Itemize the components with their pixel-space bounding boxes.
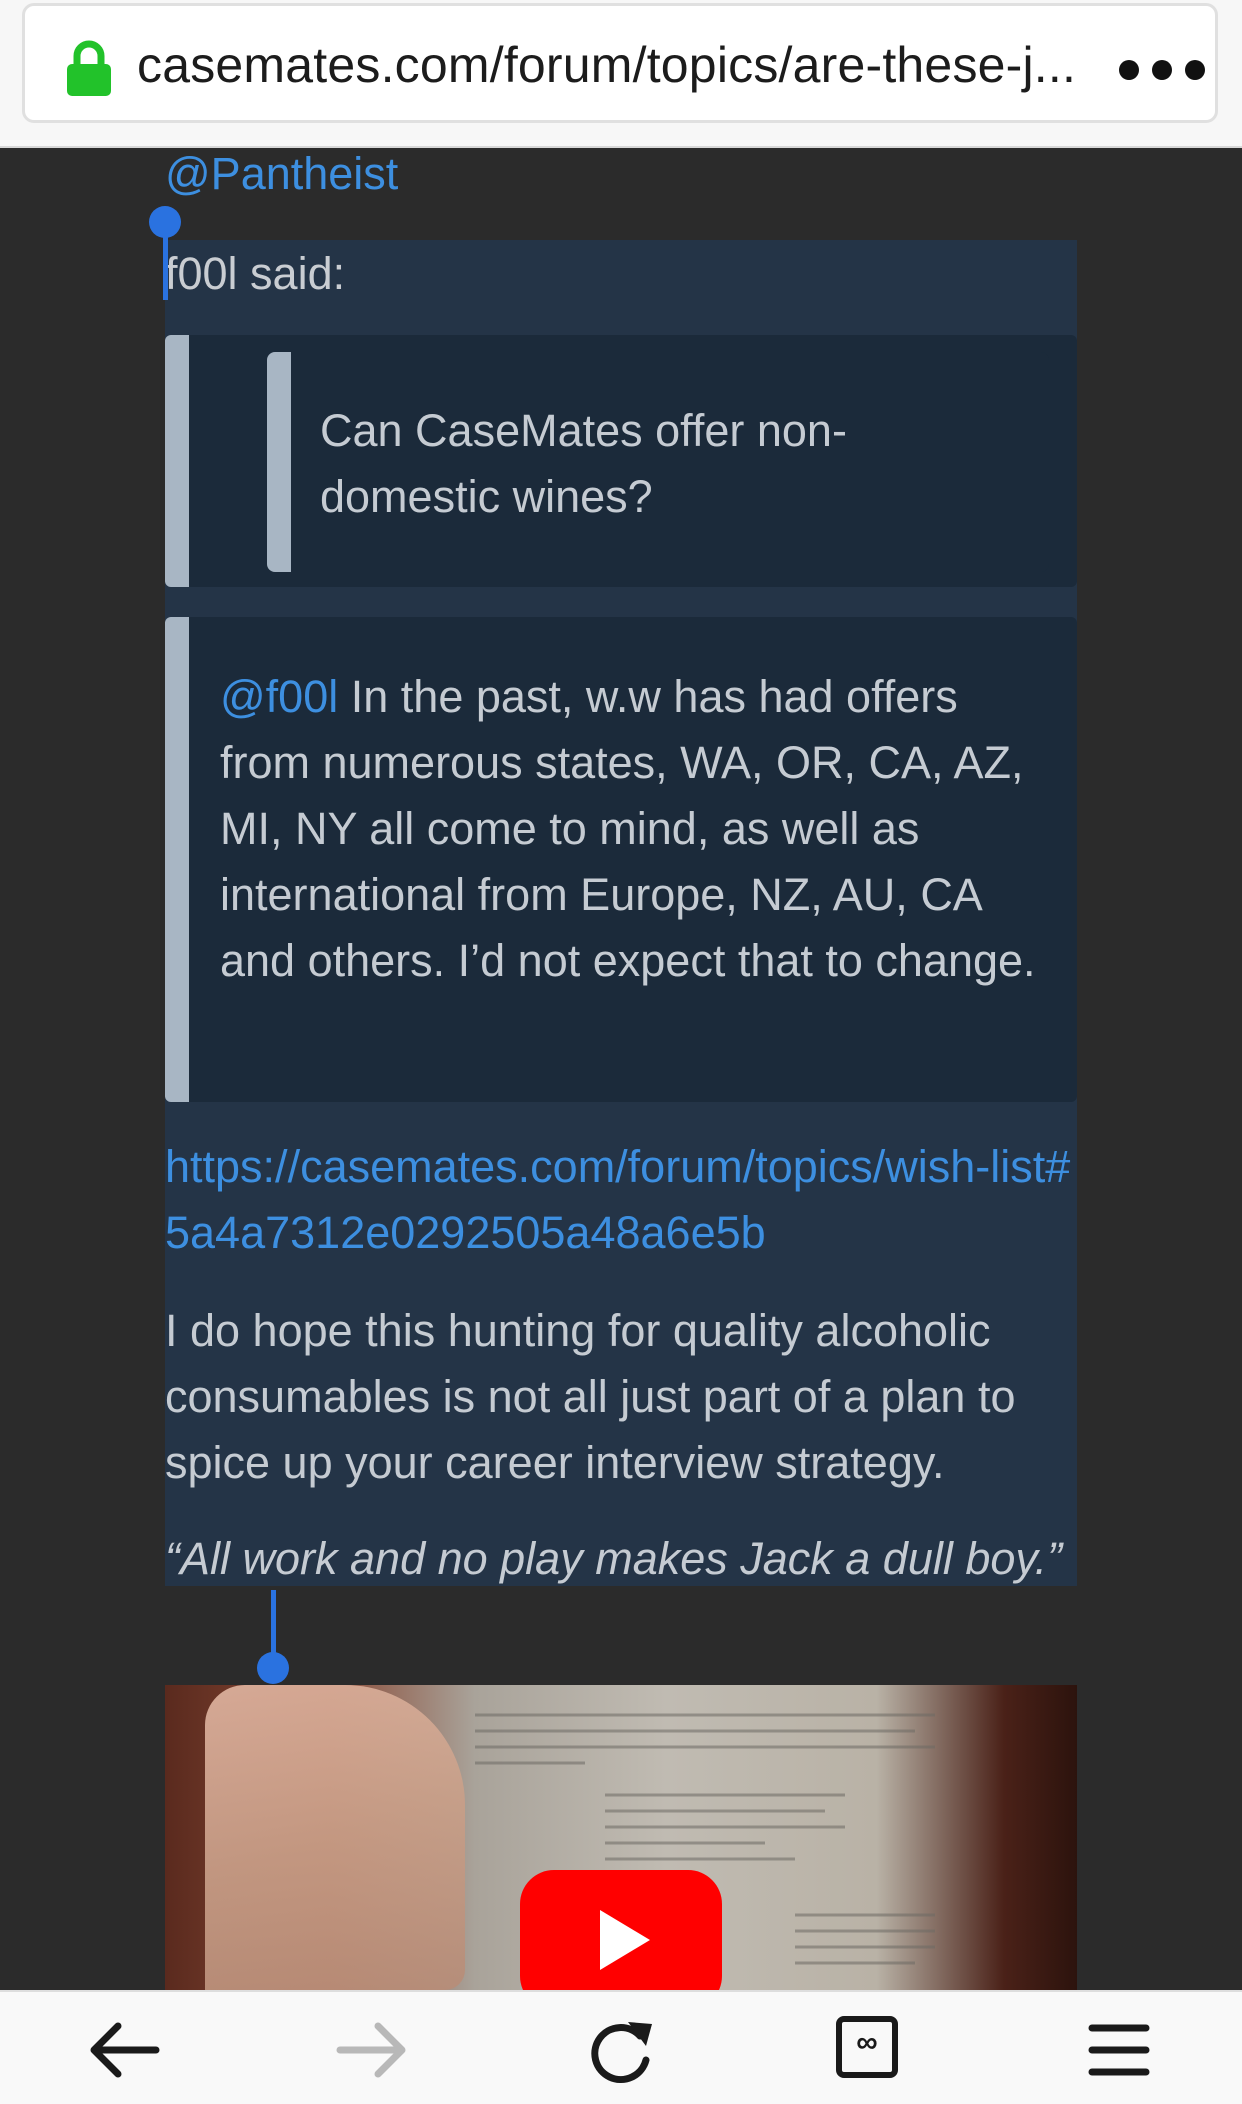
video-thumbnail[interactable] — [165, 1685, 1077, 1990]
post-paragraph: I do hope this hunting for quality alcoh… — [165, 1305, 1016, 1488]
quote-author-line: f00l said: — [165, 248, 346, 299]
italic-quote: “All work and no play makes Jack a dull … — [165, 1533, 1063, 1584]
menu-icon[interactable] — [1080, 2014, 1160, 2086]
selection-start-caret[interactable] — [163, 228, 168, 300]
tabs-icon[interactable]: ∞ — [832, 2014, 912, 2086]
url-field[interactable]: casemates.com/forum/topics/are-these-j..… — [22, 3, 1218, 123]
reply-mention-link[interactable]: @f00l — [220, 671, 338, 722]
forward-arrow-icon[interactable] — [332, 2014, 412, 2086]
url-text[interactable]: casemates.com/forum/topics/are-these-j..… — [137, 36, 1076, 94]
thumbnail-hand-image — [205, 1685, 465, 1990]
selection-start-handle[interactable] — [149, 206, 181, 238]
more-dots-icon[interactable] — [1117, 58, 1207, 82]
tabs-icon-symbol: ∞ — [856, 2026, 878, 2059]
browser-top-bar: casemates.com/forum/topics/are-these-j..… — [0, 0, 1242, 148]
back-arrow-icon[interactable] — [84, 2014, 164, 2086]
mention-link[interactable]: @Pantheist — [165, 148, 398, 200]
wish-list-link[interactable]: https://casemates.com/forum/topics/wish-… — [165, 1134, 1075, 1266]
youtube-play-icon[interactable] — [520, 1870, 722, 1990]
selection-end-handle[interactable] — [257, 1652, 289, 1684]
reply-quote-text: @f00l In the past, w.w has had offers fr… — [220, 664, 1050, 994]
inner-quote-text: Can CaseMates offer non-domestic wines? — [320, 405, 847, 522]
browser-bottom-toolbar: ∞ — [0, 1990, 1242, 2104]
reply-body: In the past, w.w has had offers from num… — [220, 671, 1036, 986]
reload-icon[interactable] — [582, 2014, 662, 2086]
lock-icon — [67, 40, 111, 96]
